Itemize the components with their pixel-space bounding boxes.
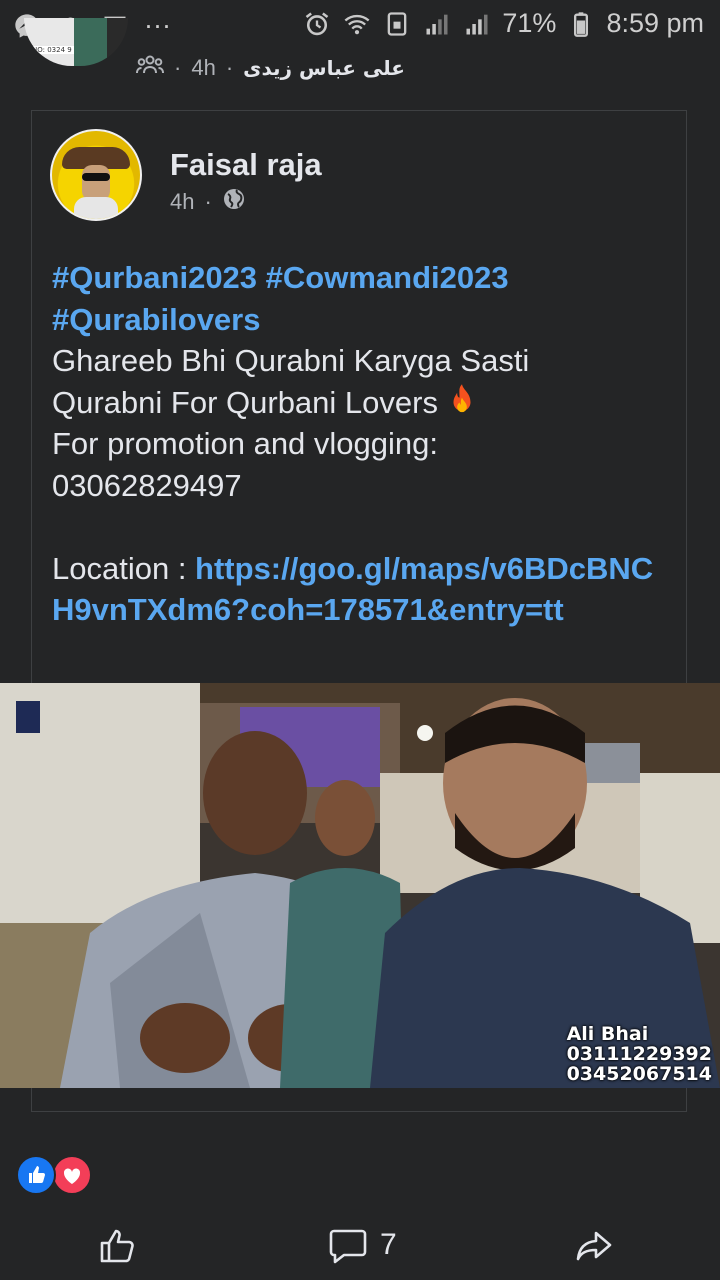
location-label: Location : — [52, 550, 196, 586]
comment-icon — [329, 1229, 367, 1264]
alarm-icon — [302, 9, 332, 39]
video-watermark: Ali Bhai 03111229392 03452067514 — [566, 1023, 712, 1085]
globe-icon — [222, 187, 246, 217]
sharer-name[interactable]: علی عباس زیدی — [243, 56, 405, 80]
shared-time[interactable]: 4h — [191, 55, 215, 81]
post-line-2: Qurabni For Qurbani Lovers — [52, 384, 438, 420]
battery-percent: 71% — [502, 8, 557, 38]
clock-time: 8:59 pm — [606, 8, 704, 38]
thumbs-up-icon — [100, 1229, 134, 1263]
post-action-bar: 7 — [0, 1212, 720, 1280]
author-name[interactable]: Faisal raja — [170, 147, 322, 183]
comment-button[interactable]: 7 — [326, 1220, 397, 1270]
reaction-summary[interactable] — [16, 1155, 96, 1195]
signal-icon-1 — [422, 9, 452, 39]
battery-icon — [566, 9, 596, 39]
group-icon — [136, 54, 164, 82]
signal-icon-2 — [462, 9, 492, 39]
like-reaction-icon — [16, 1155, 56, 1195]
love-reaction-icon — [52, 1155, 92, 1195]
share-button[interactable] — [572, 1220, 616, 1270]
shared-by-header: NO: 0324 9 · 4h · علی عباس زیدی — [0, 18, 720, 96]
more-dots-icon: ··· — [144, 10, 171, 40]
sharer-avatar[interactable]: NO: 0324 9 — [24, 18, 128, 66]
hashtags-1[interactable]: #Qurbani2023 #Cowmandi2023 — [52, 260, 509, 295]
post-line-1: Ghareeb Bhi Qurabni Karyga Sasti — [52, 343, 530, 378]
like-button[interactable] — [96, 1220, 140, 1270]
sim-icon — [382, 9, 412, 39]
post-phone: 03062829497 — [52, 467, 242, 503]
comment-count: 7 — [380, 1228, 397, 1261]
post-body: #Qurbani2023 #Cowmandi2023 #Qurabilovers… — [52, 257, 672, 631]
fire-emoji-icon — [453, 383, 471, 412]
post-time[interactable]: 4h — [170, 189, 194, 215]
hashtags-2[interactable]: #Qurabilovers — [52, 302, 260, 337]
share-icon — [576, 1231, 612, 1261]
post-line-3: For promotion and vlogging: — [52, 426, 439, 461]
wifi-icon — [342, 9, 372, 39]
post-video[interactable]: Ali Bhai 03111229392 03452067514 — [0, 683, 720, 1088]
author-avatar[interactable] — [50, 129, 142, 221]
